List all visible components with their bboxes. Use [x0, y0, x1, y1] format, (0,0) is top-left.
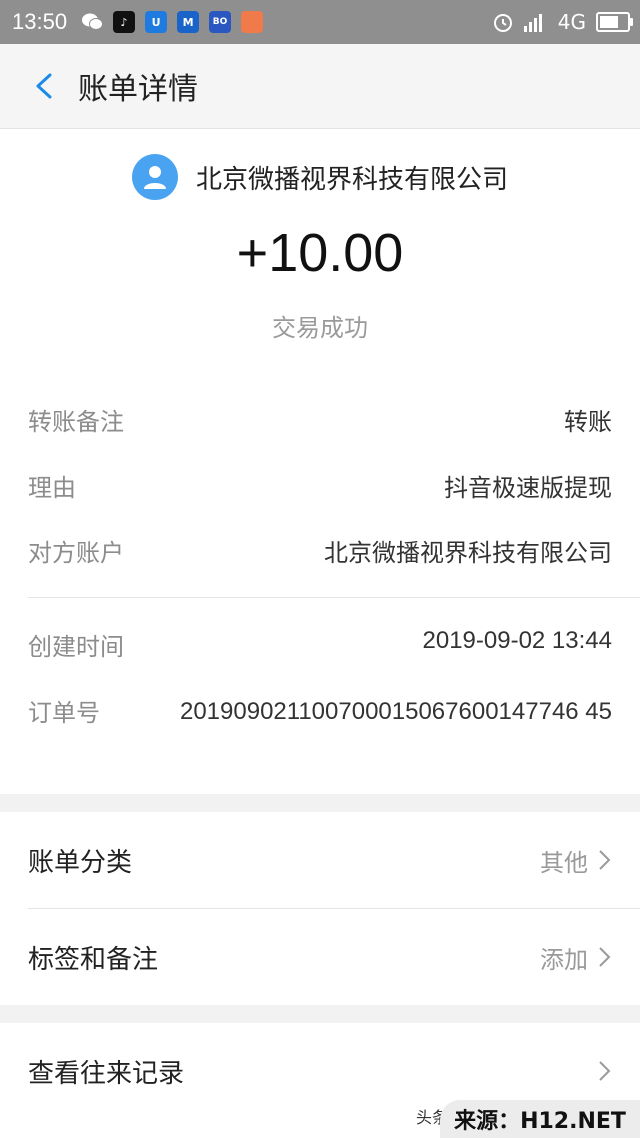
chevron-right-icon	[599, 1061, 611, 1081]
tiktok-icon: ♪	[113, 11, 136, 33]
chevron-right-icon	[599, 850, 611, 870]
detail-row-remark: 转账备注 转账	[28, 402, 612, 436]
user-icon	[143, 166, 166, 189]
detail-row-account: 对方账户 北京微播视界科技有限公司	[28, 533, 612, 567]
tags-notes-label: 标签和备注	[28, 944, 159, 975]
network-label: 4G	[557, 10, 586, 34]
back-arrow-icon[interactable]	[32, 73, 58, 99]
detail-label: 转账备注	[28, 408, 124, 436]
bill-category-value: 其他	[540, 848, 588, 877]
divider	[28, 597, 640, 598]
transaction-amount: +10.00	[236, 223, 404, 283]
app-m-icon: M	[177, 11, 200, 33]
detail-value: 2019-09-02 13:44	[422, 627, 613, 654]
tags-notes-value: 添加	[540, 945, 588, 974]
status-time: 13:50	[12, 9, 68, 34]
transaction-status: 交易成功	[272, 314, 368, 342]
status-bar: 13:50 ♪ U M BO 4G	[0, 0, 640, 44]
app-orange-icon	[241, 11, 264, 33]
bill-category-label: 账单分类	[28, 847, 133, 878]
payee-name: 北京微播视界科技有限公司	[195, 164, 508, 195]
detail-row-order: 订单号 201909021100700015067600147746 45	[28, 693, 612, 773]
detail-row-created: 创建时间 2019-09-02 13:44	[28, 627, 612, 661]
detail-label: 创建时间	[28, 633, 124, 661]
battery-icon	[596, 12, 633, 32]
bill-category-row[interactable]: 账单分类 其他	[0, 812, 640, 908]
app-bolb-icon: BO	[209, 11, 232, 33]
status-right: 4G	[492, 0, 633, 44]
wechat-icon	[81, 11, 104, 33]
detail-value: 转账	[564, 408, 612, 436]
section-gap	[0, 794, 640, 812]
detail-value: 抖音极速版提现	[444, 474, 612, 502]
alarm-icon	[493, 14, 512, 32]
source-watermark: 来源：H12.NET	[440, 1100, 640, 1138]
detail-label: 订单号	[28, 699, 100, 727]
notification-icons: ♪ U M BO	[81, 11, 273, 33]
signal-icon	[523, 14, 542, 32]
view-history-label: 查看往来记录	[28, 1058, 185, 1089]
page-title: 账单详情	[78, 72, 198, 107]
nav-bar: 账单详情	[0, 44, 640, 129]
tags-notes-row[interactable]: 标签和备注 添加	[0, 909, 640, 1005]
detail-value: 北京微播视界科技有限公司	[324, 539, 612, 567]
payee-header: 北京微播视界科技有限公司	[0, 152, 640, 202]
app-u-icon: U	[145, 11, 168, 33]
detail-row-reason: 理由 抖音极速版提现	[28, 468, 612, 502]
section-gap	[0, 1005, 640, 1023]
detail-label: 对方账户	[28, 539, 124, 567]
detail-label: 理由	[28, 474, 76, 502]
chevron-right-icon	[599, 947, 611, 967]
order-number: 201909021100700015067600147746 45	[179, 698, 612, 725]
avatar	[131, 154, 178, 200]
